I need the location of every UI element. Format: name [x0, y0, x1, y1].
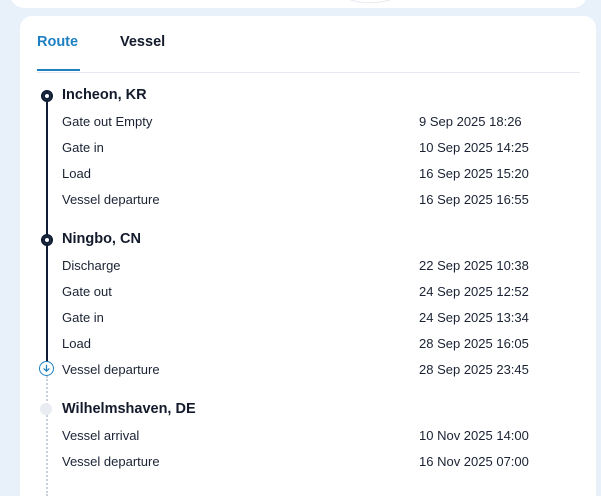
event-row: Load 16 Sep 2025 15:20 — [62, 166, 582, 186]
event-date: 28 Sep 2025 16:05 — [419, 336, 529, 351]
chevron-down-circle-icon — [39, 361, 54, 376]
tracking-card: Route Vessel Incheon, KR Gate out Empty … — [20, 16, 596, 496]
event-date: 28 Sep 2025 23:45 — [419, 362, 529, 377]
event-date: 10 Sep 2025 14:25 — [419, 140, 529, 155]
event-row: Load 28 Sep 2025 16:05 — [62, 336, 582, 356]
event-label: Vessel departure — [62, 192, 160, 207]
event-date: 9 Sep 2025 18:26 — [419, 114, 522, 129]
map-card-bottom-edge — [10, 0, 587, 8]
timeline-line-upcoming — [46, 376, 48, 496]
event-row: Gate in 24 Sep 2025 13:34 — [62, 310, 582, 330]
port-name-ningbo: Ningbo, CN — [62, 231, 141, 247]
chevron-down-icon — [43, 364, 50, 372]
event-label: Gate in — [62, 310, 104, 325]
event-date: 16 Nov 2025 07:00 — [419, 454, 529, 469]
map-preview — [349, 0, 392, 4]
event-label: Gate in — [62, 140, 104, 155]
port-node-icon — [41, 234, 53, 246]
event-row: Vessel arrival 10 Nov 2025 14:00 — [62, 428, 582, 448]
event-row: Gate out 24 Sep 2025 12:52 — [62, 284, 582, 304]
event-row: Discharge 22 Sep 2025 10:38 — [62, 258, 582, 278]
event-label: Vessel departure — [62, 362, 160, 377]
port-node-icon — [41, 90, 53, 102]
event-date: 10 Nov 2025 14:00 — [419, 428, 529, 443]
event-label: Gate out Empty — [62, 114, 153, 129]
event-row-current: Vessel departure 28 Sep 2025 23:45 — [62, 362, 582, 382]
event-date: 22 Sep 2025 10:38 — [419, 258, 529, 273]
timeline-line-completed — [46, 96, 48, 366]
event-label: Vessel arrival — [62, 428, 140, 443]
event-date: 16 Sep 2025 16:55 — [419, 192, 529, 207]
event-label: Discharge — [62, 258, 121, 273]
event-date: 24 Sep 2025 13:34 — [419, 310, 529, 325]
port-name-incheon: Incheon, KR — [62, 87, 147, 103]
port-name-wilhelmshaven: Wilhelmshaven, DE — [62, 401, 196, 417]
event-row: Vessel departure 16 Sep 2025 16:55 — [62, 192, 582, 212]
event-date: 24 Sep 2025 12:52 — [419, 284, 529, 299]
event-row: Gate in 10 Sep 2025 14:25 — [62, 140, 582, 160]
route-timeline: Incheon, KR Gate out Empty 9 Sep 2025 18… — [20, 16, 596, 496]
event-date: 16 Sep 2025 15:20 — [419, 166, 529, 181]
event-label: Load — [62, 166, 91, 181]
event-row: Vessel departure 16 Nov 2025 07:00 — [62, 454, 582, 474]
event-label: Gate out — [62, 284, 112, 299]
future-port-node-icon — [40, 403, 52, 415]
event-row: Gate out Empty 9 Sep 2025 18:26 — [62, 114, 582, 134]
event-label: Load — [62, 336, 91, 351]
event-label: Vessel departure — [62, 454, 160, 469]
